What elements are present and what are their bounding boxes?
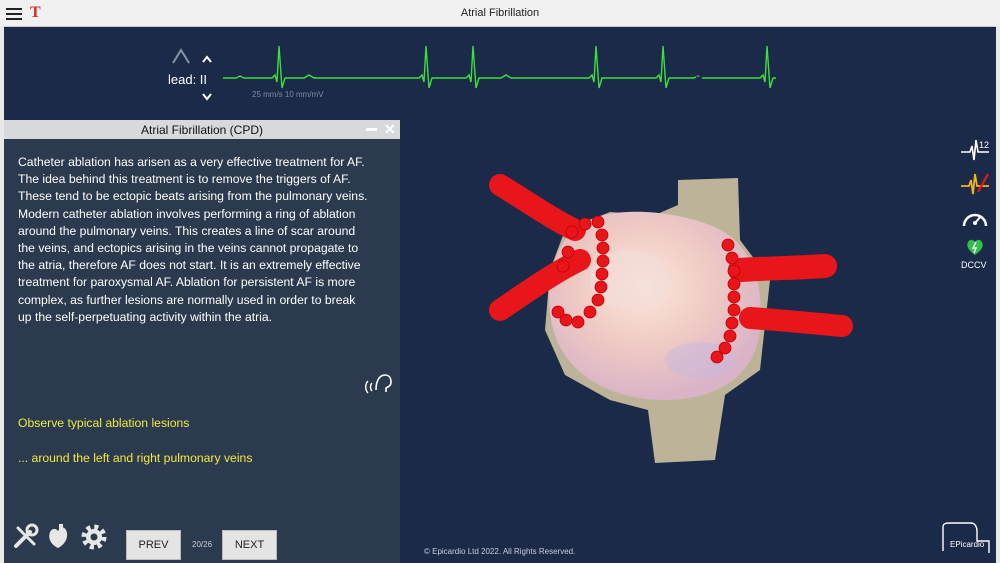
dccv-heart-icon[interactable] bbox=[965, 238, 985, 256]
copyright-text: © Epicardio Ltd 2022. All Rights Reserve… bbox=[424, 547, 576, 556]
body-line: up the self-perpetuating activity within… bbox=[18, 309, 273, 324]
ecg-speed-label: 25 mm/s 10 mm/mV bbox=[252, 90, 324, 99]
minimize-icon[interactable] bbox=[366, 128, 377, 131]
observe-veins-link[interactable]: ... around the left and right pulmonary … bbox=[18, 451, 252, 465]
page-counter: 20/26 bbox=[192, 540, 213, 549]
observe-lesions-link[interactable]: Observe typical ablation lesions bbox=[18, 416, 189, 430]
lead-wave-icon bbox=[172, 48, 190, 64]
body-line: the veins, and ectopics arising in the v… bbox=[18, 241, 359, 256]
window-frame-right bbox=[996, 26, 1000, 563]
body-line: around the pulmonary veins. This creates… bbox=[18, 223, 356, 238]
body-line: treatment for paroxysmal AF. Ablation fo… bbox=[18, 275, 356, 290]
body-line: complex, as further lesions are normally… bbox=[18, 292, 356, 307]
body-line: The idea behind this treatment is to rem… bbox=[18, 172, 351, 187]
heart-3d-model bbox=[489, 174, 853, 463]
speak-audio-icon[interactable] bbox=[364, 370, 392, 396]
epicardio-logo-text: EPicardio bbox=[950, 540, 985, 549]
body-line: These tend to be ectopic beats arising f… bbox=[18, 189, 368, 204]
panel-title: Atrial Fibrillation (CPD) bbox=[140, 123, 264, 137]
close-icon[interactable]: ✕ bbox=[384, 121, 396, 138]
speedometer-icon[interactable] bbox=[960, 206, 990, 232]
prev-button[interactable]: PREV bbox=[126, 530, 181, 560]
body-line: the atria, therefore AF does not start. … bbox=[18, 258, 361, 273]
panel-header: Atrial Fibrillation (CPD) ✕ bbox=[4, 120, 400, 139]
body-line: Modern catheter ablation involves perfor… bbox=[18, 206, 356, 221]
ecg-trace bbox=[223, 45, 776, 89]
tools-icon[interactable] bbox=[12, 522, 40, 550]
epicardio-logo-icon bbox=[942, 522, 990, 553]
next-button[interactable]: NEXT bbox=[222, 530, 277, 560]
ecg-ablation-icon[interactable] bbox=[960, 170, 990, 198]
lead-up-chevron-icon[interactable] bbox=[201, 54, 213, 64]
lead-down-chevron-icon[interactable] bbox=[201, 92, 213, 102]
lead-label: lead: II bbox=[168, 72, 208, 87]
title-bar: T Atrial Fibrillation bbox=[0, 0, 1000, 27]
settings-gear-icon[interactable] bbox=[79, 522, 109, 552]
info-panel: Atrial Fibrillation (CPD) ✕ Catheter abl… bbox=[4, 120, 400, 563]
panel-body-text: Catheter ablation has arisen as a very e… bbox=[18, 154, 390, 326]
heart-model-icon[interactable] bbox=[44, 522, 72, 550]
svg-text:12: 12 bbox=[979, 140, 989, 150]
window-title: Atrial Fibrillation bbox=[460, 7, 540, 19]
dccv-label: DCCV bbox=[961, 260, 987, 270]
12-lead-ecg-icon[interactable]: 12 bbox=[960, 138, 990, 164]
body-line: Catheter ablation has arisen as a very e… bbox=[18, 155, 365, 169]
